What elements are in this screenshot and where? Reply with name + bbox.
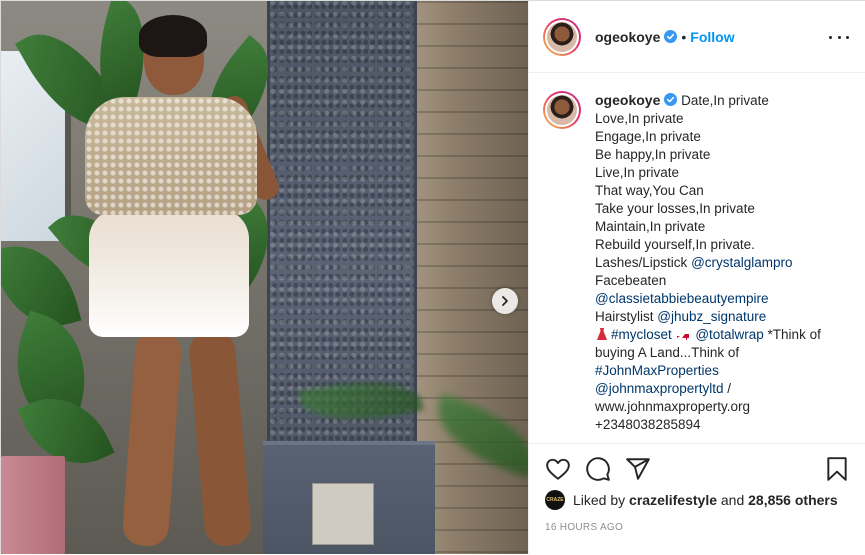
mention-link[interactable]: @totalwrap [695, 327, 763, 342]
hashtag-link[interactable]: #mycloset [611, 327, 672, 342]
caption-line: That way,You Can [595, 183, 704, 198]
caption-line: Live,In private [595, 165, 680, 180]
post-header: ogeokoye • Follow [529, 1, 865, 73]
instagram-post: ogeokoye • Follow ogeokoye Date,In private… [0, 0, 865, 554]
chevron-right-icon [502, 296, 508, 306]
caption-area: ogeokoye Date,In private Love,In private… [529, 73, 865, 443]
verified-badge-icon [664, 93, 678, 106]
plant-pot [1, 456, 65, 554]
caption-line: Love,In private [595, 111, 684, 126]
photo-base-plate [312, 483, 374, 545]
mention-link[interactable]: @crystalglampro [691, 255, 792, 270]
caption-line: Take your losses,In private [595, 201, 755, 216]
caption-phone: +2348038285894 [595, 417, 701, 432]
heel-shoe-emoji-icon [676, 334, 689, 340]
heart-icon [546, 458, 570, 480]
share-button[interactable] [625, 456, 651, 482]
caption-avatar[interactable] [543, 91, 581, 129]
caption-text: ogeokoye Date,In private Love,In private… [595, 91, 821, 434]
share-icon [626, 458, 650, 480]
photo-figure-skirt [89, 209, 249, 337]
like-button[interactable] [545, 456, 571, 482]
hashtag-link[interactable]: #JohnMaxProperties [595, 363, 719, 378]
post-side-panel: ogeokoye • Follow ogeokoye Date,In private… [528, 1, 865, 554]
next-photo-button[interactable] [492, 288, 518, 314]
caption-line: Be happy,In private [595, 147, 711, 162]
likes-summary: CRAZE Liked by crazelifestyle and 28,856… [545, 490, 838, 510]
caption-line: Maintain,In private [595, 219, 706, 234]
header-separator: • [681, 28, 687, 45]
actions-bar: CRAZE Liked by crazelifestyle and 28,856… [529, 443, 865, 555]
more-options-icon[interactable] [829, 28, 849, 46]
mention-link[interactable]: @jhubz_signature [657, 309, 766, 324]
likes-middle: and [717, 492, 749, 508]
photo-figure-top [85, 97, 257, 215]
caption-text-segment: / [723, 381, 732, 396]
verified-badge-icon [664, 29, 678, 43]
liker-avatar[interactable]: CRAZE [545, 490, 565, 510]
caption-line: Date,In private [681, 93, 769, 108]
caption-line: Engage,In private [595, 129, 701, 144]
liker-username[interactable]: crazelifestyle [629, 492, 717, 508]
comment-icon [586, 457, 610, 481]
caption-text-segment: Hairstylist [595, 309, 658, 324]
likes-prefix: Liked by [573, 492, 630, 508]
caption-line: Rebuild yourself,In private. [595, 237, 755, 252]
bookmark-icon [827, 457, 847, 481]
comment-button[interactable] [585, 456, 611, 482]
follow-button[interactable]: Follow [690, 29, 734, 45]
caption-website: www.johnmaxproperty.org [595, 399, 751, 414]
save-button[interactable] [824, 456, 850, 482]
caption: ogeokoye Date,In private Love,In private… [543, 91, 851, 434]
caption-line: Facebeaten [595, 273, 667, 288]
post-timestamp[interactable]: 16 HOURS AGO [545, 522, 623, 533]
caption-text-segment: Lashes/Lipstick [595, 255, 692, 270]
author-avatar[interactable] [543, 17, 581, 56]
mention-link[interactable]: @classietabbiebeautyempire [595, 291, 769, 306]
author-username[interactable]: ogeokoye [595, 29, 660, 45]
post-photo[interactable] [1, 1, 528, 554]
mention-link[interactable]: @johnmaxpropertyltd [595, 381, 724, 396]
likes-count-link[interactable]: 28,856 others [748, 492, 838, 508]
dress-emoji-icon [597, 328, 607, 340]
caption-username[interactable]: ogeokoye [595, 92, 660, 108]
caption-line: buying A Land...Think of [595, 345, 740, 360]
caption-text-segment: *Think of [763, 327, 821, 342]
photo-figure-hair [139, 15, 207, 57]
